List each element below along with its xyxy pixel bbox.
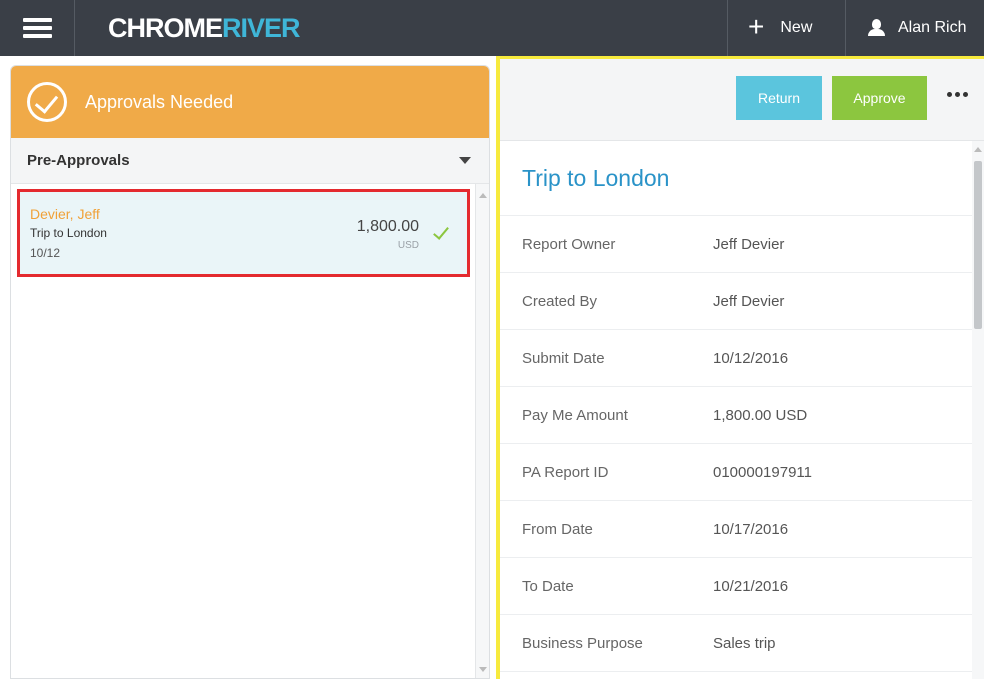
check-circle-icon — [27, 82, 67, 122]
approval-list: Devier, Jeff Trip to London 10/12 1,800.… — [11, 184, 489, 678]
report-title: Trip to London — [500, 141, 984, 216]
detail-label: PA Report ID — [522, 463, 609, 481]
detail-value: 1,800.00 USD — [713, 406, 808, 424]
new-button[interactable]: + New — [727, 0, 845, 56]
top-actions: + New Alan Rich — [727, 0, 984, 56]
user-icon — [868, 19, 885, 37]
user-menu-button[interactable]: Alan Rich — [845, 0, 984, 56]
detail-value: 10/17/2016 — [713, 520, 789, 538]
detail-value: Sales trip — [713, 634, 776, 652]
logo-text-river: RIVER — [222, 13, 301, 43]
detail-label: To Date — [522, 577, 574, 595]
top-bar: CHROMERIVER + New Alan Rich — [0, 0, 984, 56]
detail-value: 10/12/2016 — [713, 349, 789, 367]
chevron-down-icon — [459, 157, 471, 164]
detail-row: Business Purpose Sales trip — [500, 615, 984, 672]
scrollbar-thumb[interactable] — [974, 161, 982, 329]
scroll-down-arrow-icon[interactable] — [479, 667, 487, 672]
detail-scrollbar[interactable] — [972, 141, 984, 679]
detail-row: PA Report ID 010000197911 — [500, 444, 984, 501]
detail-row: Report Owner Jeff Devier — [500, 216, 984, 273]
approvals-header: Approvals Needed — [11, 66, 489, 138]
user-name: Alan Rich — [898, 19, 967, 36]
detail-label: Created By — [522, 292, 598, 310]
report-detail-panel: Return Approve Trip to London Report Own… — [496, 56, 984, 679]
return-button[interactable]: Return — [736, 76, 822, 120]
check-icon — [433, 223, 449, 240]
approve-button[interactable]: Approve — [832, 76, 927, 120]
item-date: 10/12 — [30, 246, 61, 260]
scroll-up-arrow-icon[interactable] — [479, 193, 487, 198]
hamburger-menu-icon[interactable] — [0, 0, 75, 56]
detail-row: Created By Jeff Devier — [500, 273, 984, 330]
detail-row: To Date 10/21/2016 — [500, 558, 984, 615]
list-item[interactable]: Devier, Jeff Trip to London 10/12 1,800.… — [17, 189, 470, 277]
item-name: Devier, Jeff — [30, 206, 100, 222]
detail-label: Report Owner — [522, 235, 616, 253]
more-horizontal-icon[interactable] — [947, 92, 973, 102]
list-scrollbar[interactable] — [475, 184, 489, 678]
detail-row: From Date 10/17/2016 — [500, 501, 984, 558]
plus-icon: + — [748, 11, 765, 42]
detail-value: 010000197911 — [713, 463, 812, 481]
detail-row: Submit Date 10/12/2016 — [500, 330, 984, 387]
detail-label: Submit Date — [522, 349, 605, 367]
detail-value: Jeff Devier — [713, 235, 785, 253]
item-currency: USD — [397, 240, 419, 251]
scroll-up-arrow-icon[interactable] — [974, 147, 982, 152]
detail-label: From Date — [522, 520, 593, 538]
detail-row: Pay Me Amount 1,800.00 USD — [500, 387, 984, 444]
section-label: Pre-Approvals — [27, 152, 130, 169]
detail-value: Jeff Devier — [713, 292, 785, 310]
action-bar: Return Approve — [500, 59, 984, 141]
detail-value: 10/21/2016 — [713, 577, 789, 595]
approvals-title: Approvals Needed — [85, 91, 234, 112]
logo-text-chrome: CHROME — [108, 13, 223, 43]
item-amount: 1,800.00 — [356, 218, 419, 235]
detail-label: Business Purpose — [522, 634, 643, 652]
new-button-label: New — [780, 19, 813, 36]
detail-label: Pay Me Amount — [522, 406, 628, 424]
item-description: Trip to London — [30, 226, 107, 240]
pre-approvals-dropdown[interactable]: Pre-Approvals — [11, 138, 489, 184]
approvals-panel: Approvals Needed Pre-Approvals Devier, J… — [10, 65, 490, 679]
app-logo: CHROMERIVER — [108, 13, 301, 43]
report-details: Trip to London Report Owner Jeff Devier … — [500, 141, 984, 679]
